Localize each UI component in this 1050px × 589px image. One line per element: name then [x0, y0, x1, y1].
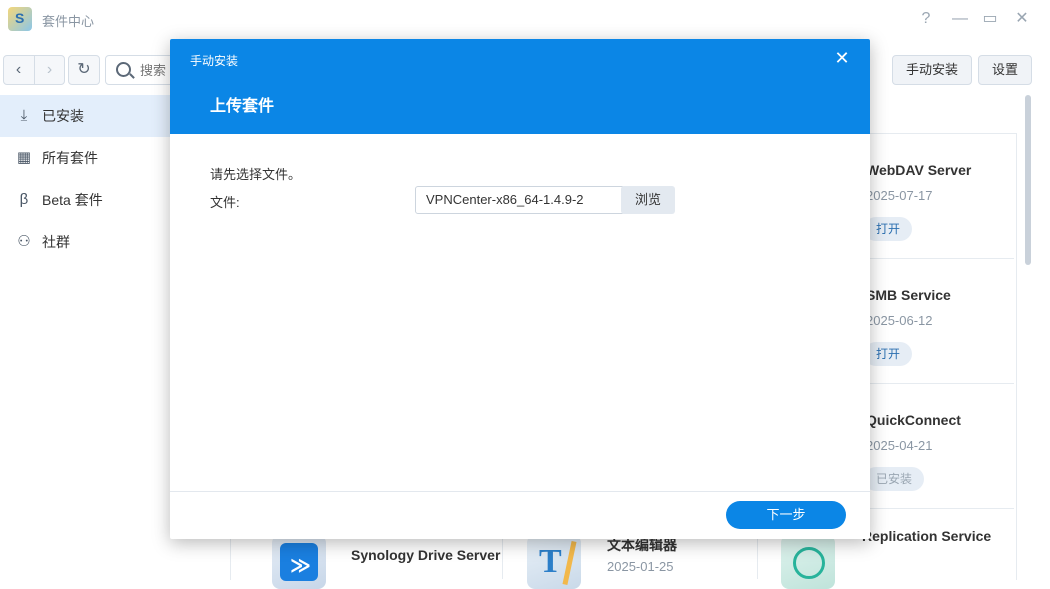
instruction-text: 请先选择文件。 — [210, 167, 302, 182]
dialog-header: 手动安装 ✕ 上传套件 — [170, 39, 870, 134]
close-icon[interactable]: ✕ — [834, 49, 850, 67]
divider — [170, 491, 870, 492]
dialog-title: 手动安装 — [190, 54, 239, 68]
manual-install-dialog: 手动安装 ✕ 上传套件 请先选择文件。 文件: VPNCenter-x86_64… — [170, 39, 870, 539]
file-label: 文件: — [210, 195, 240, 210]
dialog-heading: 上传套件 — [210, 98, 275, 115]
file-path-field[interactable]: VPNCenter-x86_64-1.4.9-2 — [415, 186, 625, 214]
next-button[interactable]: 下一步 — [726, 501, 846, 529]
browse-button[interactable]: 浏览 — [621, 186, 675, 214]
